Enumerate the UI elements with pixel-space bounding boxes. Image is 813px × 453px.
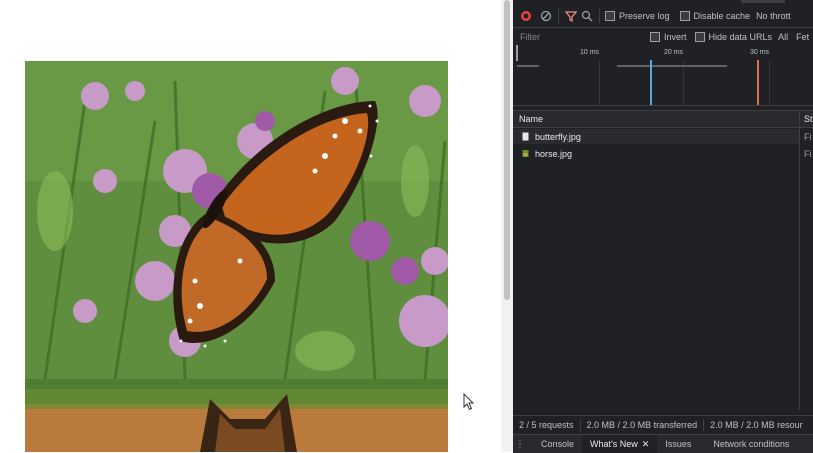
- network-summary-bar: 2 / 5 requests 2.0 MB / 2.0 MB transferr…: [513, 415, 813, 434]
- dom-content-loaded-marker: [650, 60, 652, 105]
- tab-whats-new[interactable]: What's New ✕: [582, 435, 658, 453]
- devtools-network-panel: Preserve log Disable cache No thrott Fil…: [513, 0, 813, 453]
- column-name[interactable]: Name: [519, 114, 543, 124]
- web-page: [0, 0, 501, 452]
- resources-size: 2.0 MB / 2.0 MB resour: [710, 420, 803, 430]
- type-filter-all[interactable]: All: [778, 32, 788, 42]
- request-name: horse.jpg: [535, 148, 573, 159]
- tick-label: 10 ms: [580, 49, 600, 56]
- drawer-tabbar: ⋮ Console What's New ✕ Issues Network con…: [513, 434, 813, 453]
- invert-checkbox[interactable]: [650, 31, 660, 42]
- preserve-log-checkbox[interactable]: [605, 11, 615, 21]
- clear-icon[interactable]: [539, 9, 553, 23]
- hide-data-urls-checkbox[interactable]: [694, 31, 705, 42]
- tick-gridline: [769, 60, 770, 105]
- image-file-icon: [522, 150, 529, 157]
- disable-cache-checkbox[interactable]: [679, 11, 690, 21]
- request-status: Fi: [804, 148, 812, 159]
- menu-icon[interactable]: ⋮: [513, 439, 527, 450]
- request-bar: [517, 65, 539, 67]
- butterfly-image: [25, 61, 448, 379]
- close-icon[interactable]: ✕: [642, 439, 650, 449]
- record-icon[interactable]: [519, 9, 533, 23]
- page-scrollbar-thumb[interactable]: [504, 0, 510, 300]
- mouse-cursor-icon: [463, 392, 475, 416]
- tab-whats-new-label: What's New: [590, 439, 638, 449]
- tab-issues[interactable]: Issues: [657, 435, 699, 453]
- search-icon[interactable]: [580, 9, 594, 23]
- tick-gridline: [599, 60, 600, 105]
- hide-data-urls-label: Hide data URLs: [708, 31, 773, 42]
- page-scrollbar[interactable]: [501, 0, 513, 452]
- invert-label: Invert: [664, 31, 687, 42]
- overview-range-handle[interactable]: [516, 45, 518, 61]
- tab-network-conditions[interactable]: Network conditions: [699, 435, 797, 453]
- panel-tab-indicator: [741, 0, 785, 3]
- filter-icon[interactable]: [564, 9, 578, 23]
- filter-bar: Filter Invert Hide data URLs All Fet: [513, 27, 813, 46]
- horse-image: [25, 379, 448, 452]
- request-status: Fi: [804, 131, 812, 142]
- disable-cache-label: Disable cache: [693, 11, 751, 21]
- tick-label: 30 ms: [750, 49, 770, 56]
- requests-table-header: Name St: [513, 110, 813, 128]
- type-filter-fetch[interactable]: Fet: [796, 32, 809, 42]
- table-row[interactable]: butterfly.jpg Fi: [513, 129, 812, 144]
- transferred-size: 2.0 MB / 2.0 MB transferred: [586, 420, 698, 430]
- request-count: 2 / 5 requests: [519, 420, 574, 430]
- network-toolbar: Preserve log Disable cache No thrott: [513, 6, 813, 26]
- filter-input[interactable]: Filter: [513, 32, 650, 42]
- table-row[interactable]: horse.jpg Fi: [513, 146, 812, 161]
- load-event-marker: [757, 60, 759, 105]
- network-overview-timeline[interactable]: 10 ms 20 ms 30 ms: [513, 45, 813, 106]
- column-status[interactable]: St: [804, 114, 813, 124]
- preserve-log-label: Preserve log: [619, 11, 670, 21]
- document-icon: [522, 132, 529, 141]
- column-divider[interactable]: [799, 110, 800, 410]
- tab-console[interactable]: Console: [527, 435, 582, 453]
- request-name: butterfly.jpg: [535, 131, 581, 142]
- request-bar: [617, 65, 727, 67]
- tick-label: 20 ms: [664, 49, 684, 56]
- throttling-select[interactable]: No thrott: [756, 11, 791, 21]
